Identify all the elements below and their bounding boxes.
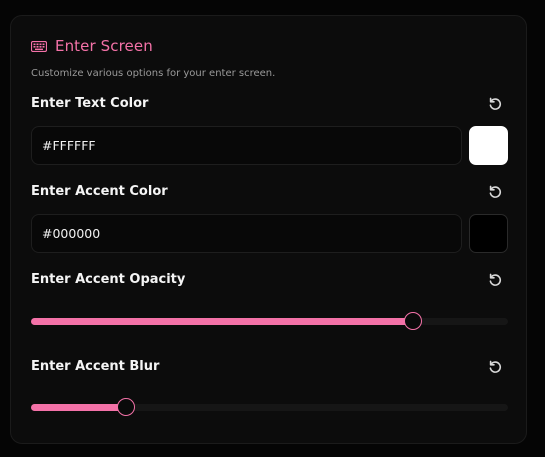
accent-color-label: Enter Accent Color	[31, 184, 168, 199]
keyboard-icon	[31, 40, 47, 52]
section-header: Enter Screen	[31, 37, 153, 55]
section-title: Enter Screen	[55, 37, 153, 55]
reset-accent-color-button[interactable]	[488, 185, 502, 199]
section-subtitle: Customize various options for your enter…	[31, 68, 276, 79]
accent-opacity-slider[interactable]	[31, 311, 508, 331]
reset-accent-blur-button[interactable]	[488, 360, 502, 374]
accent-blur-label: Enter Accent Blur	[31, 359, 160, 374]
reset-icon	[489, 273, 502, 286]
text-color-swatch[interactable]	[469, 126, 508, 165]
slider-thumb[interactable]	[117, 398, 136, 416]
reset-icon	[489, 97, 502, 110]
enter-screen-panel: Enter Screen Customize various options f…	[10, 15, 527, 444]
text-color-label: Enter Text Color	[31, 96, 149, 111]
reset-icon	[489, 360, 502, 373]
reset-text-color-button[interactable]	[488, 97, 502, 111]
accent-color-input[interactable]	[31, 214, 462, 253]
accent-opacity-label: Enter Accent Opacity	[31, 272, 186, 287]
reset-icon	[489, 185, 502, 198]
slider-fill	[31, 317, 413, 325]
slider-thumb[interactable]	[403, 312, 422, 330]
reset-accent-opacity-button[interactable]	[488, 273, 502, 287]
accent-blur-slider[interactable]	[31, 397, 508, 417]
text-color-input[interactable]	[31, 126, 462, 165]
accent-color-swatch[interactable]	[469, 214, 508, 253]
slider-fill	[31, 403, 127, 411]
